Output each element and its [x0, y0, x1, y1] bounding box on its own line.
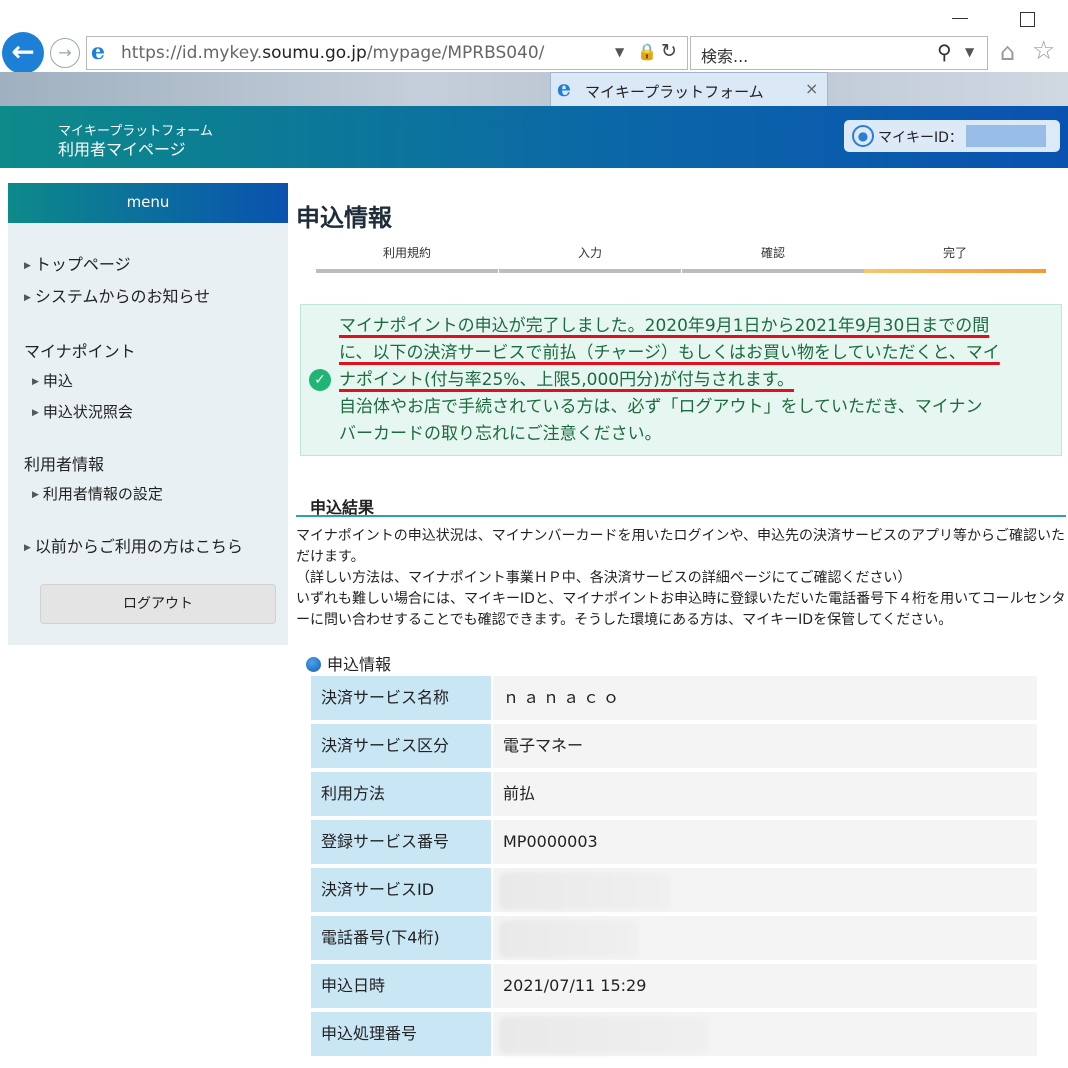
caret-right-icon: ▶ — [32, 490, 39, 500]
sidebar-item-user-settings[interactable]: ▶ 利用者情報の設定 — [32, 483, 163, 504]
table-row: 利用方法 前払 — [311, 772, 1037, 816]
caret-right-icon: ▶ — [32, 408, 39, 418]
window-titlebar — [0, 0, 1068, 36]
search-box[interactable]: 検索... ⚲ ▼ — [690, 36, 988, 70]
row-key: 申込日時 — [311, 964, 491, 1008]
star-icon[interactable]: ☆ — [1032, 36, 1055, 66]
logout-button[interactable]: ログアウト — [40, 584, 276, 624]
ie-logo-icon: e — [91, 39, 105, 65]
step-terms: 利用規約 — [382, 246, 431, 260]
row-key: 利用方法 — [311, 772, 491, 816]
row-value-redacted — [493, 916, 1037, 960]
step-bar-complete — [864, 269, 1046, 273]
brand-title[interactable]: 利用者マイページ — [58, 136, 186, 160]
redaction-blur — [499, 920, 639, 958]
address-dropdown-icon[interactable]: ▼ — [615, 45, 624, 59]
tab-title: マイキープラットフォーム — [585, 83, 764, 101]
row-value: 前払 — [493, 772, 1037, 816]
row-value: MP0000003 — [493, 820, 1037, 864]
redaction-blur — [499, 872, 671, 910]
user-icon: ● — [852, 125, 874, 147]
search-dropdown-icon[interactable]: ▼ — [965, 45, 974, 59]
caret-right-icon: ▶ — [32, 377, 39, 387]
mykey-id-value-redacted — [966, 125, 1046, 147]
result-description: マイナポイントの申込状況は、マイナンバーカードを用いたログインや、申込先の決済サ… — [296, 526, 1066, 631]
completion-notice: ✓ マイナポイントの申込が完了しました。2020年9月1日から2021年9月30… — [300, 304, 1062, 456]
sidebar-section-mynapoint: マイナポイント — [24, 342, 136, 361]
table-row: 決済サービスID — [311, 868, 1037, 912]
ie-logo-icon: e — [557, 76, 571, 102]
notice-text: マイナポイントの申込が完了しました。2020年9月1日から2021年9月30日ま… — [339, 313, 1029, 448]
row-key: 申込処理番号 — [311, 1012, 491, 1056]
table-row: 申込日時 2021/07/11 15:29 — [311, 964, 1037, 1008]
row-value: ｎａｎａｃｏ — [493, 676, 1037, 720]
row-value-redacted — [493, 1012, 1037, 1056]
sidebar-section-user-info: 利用者情報 — [24, 455, 105, 474]
result-divider — [296, 515, 1066, 517]
row-key: 電話番号(下4桁) — [311, 916, 491, 960]
sidebar-item-apply[interactable]: ▶ 申込 — [32, 370, 73, 391]
sidebar: menu ▶ トップページ ▶ システムからのお知らせ マイナポイント ▶ 申込 ▶ 申… — [8, 183, 288, 645]
lock-icon[interactable]: 🔒 — [637, 42, 657, 61]
search-input[interactable]: 検索... — [701, 43, 748, 67]
menu-header: menu — [8, 183, 288, 223]
sidebar-item-top-page[interactable]: ▶ トップページ — [24, 251, 131, 275]
result-paragraph-3: いずれも難しい場合には、マイキーIDと、マイナポイントお申込時に登録いただいた電… — [296, 591, 1066, 628]
row-value: 電子マネー — [493, 724, 1037, 768]
home-icon[interactable]: ⌂ — [1000, 38, 1015, 66]
address-bar[interactable]: e https://id.mykey.soumu.go.jp/mypage/MP… — [86, 36, 688, 70]
refresh-icon[interactable]: ↻ — [661, 40, 677, 62]
notice-line-5: バーカードの取り忘れにご注意ください。 — [339, 424, 662, 444]
page-title: 申込情報 — [296, 204, 392, 232]
step-bar-confirm — [682, 269, 864, 273]
notice-line-4: 自治体やお店で手続されている方は、必ず「ログアウト」をしていただき、マイナン — [339, 397, 983, 417]
sidebar-item-previous-users[interactable]: ▶ 以前からご利用の方はこちら — [24, 533, 243, 557]
row-value: 2021/07/11 15:29 — [493, 964, 1037, 1008]
site-header: マイキープラットフォーム 利用者マイページ ● マイキーID： — [0, 106, 1068, 168]
mykey-id-box: ● マイキーID： — [844, 120, 1060, 152]
close-icon[interactable]: × — [805, 79, 818, 98]
caret-right-icon: ▶ — [24, 261, 31, 271]
table-row: 申込処理番号 — [311, 1012, 1037, 1056]
search-icon[interactable]: ⚲ — [937, 40, 952, 64]
mykey-id-label: マイキーID： — [878, 130, 963, 146]
progress-steps: 利用規約 入力 確認 完了 — [316, 244, 1046, 276]
caret-right-icon: ▶ — [24, 293, 31, 303]
table-row: 登録サービス番号 MP0000003 — [311, 820, 1037, 864]
step-input: 入力 — [577, 246, 602, 260]
info-section-title: 申込情報 — [306, 651, 391, 675]
row-key: 登録サービス番号 — [311, 820, 491, 864]
url-text: https://id.mykey.soumu.go.jp/mypage/MPRB… — [121, 43, 545, 63]
table-row: 決済サービス名称 ｎａｎａｃｏ — [311, 676, 1037, 720]
minimize-button[interactable] — [952, 18, 968, 19]
notice-line-1: マイナポイントの申込が完了しました。2020年9月1日から2021年9月30日ま… — [339, 316, 990, 336]
tab-mykey-platform[interactable]: e マイキープラットフォーム × — [550, 72, 828, 107]
sidebar-item-system-notice[interactable]: ▶ システムからのお知らせ — [24, 283, 210, 307]
row-key: 決済サービス名称 — [311, 676, 491, 720]
step-bar-input — [499, 269, 681, 273]
redaction-blur — [499, 1016, 709, 1054]
step-bar-terms — [316, 269, 498, 273]
notice-line-2: に、以下の決済サービスで前払（チャージ）もしくはお買い物をしていただくと、マイ — [339, 343, 1000, 363]
result-paragraph-2: （詳しい方法は、マイナポイント事業ＨＰ中、各決済サービスの詳細ページにてご確認く… — [296, 570, 912, 586]
check-icon: ✓ — [309, 369, 331, 391]
row-key: 決済サービスID — [311, 868, 491, 912]
bullet-dot-icon — [306, 657, 321, 672]
caret-right-icon: ▶ — [24, 543, 31, 553]
tab-bar — [0, 72, 1068, 106]
maximize-button[interactable] — [1020, 12, 1035, 27]
back-arrow-icon[interactable]: ← — [2, 32, 44, 74]
row-key: 決済サービス区分 — [311, 724, 491, 768]
table-row: 決済サービス区分 電子マネー — [311, 724, 1037, 768]
result-paragraph-1: マイナポイントの申込状況は、マイナンバーカードを用いたログインや、申込先の決済サ… — [296, 528, 1066, 565]
sidebar-item-apply-status[interactable]: ▶ 申込状況照会 — [32, 401, 133, 422]
notice-line-3: ナポイント(付与率25%、上限5,000円分)が付与されます。 — [339, 370, 795, 390]
row-value-redacted — [493, 868, 1037, 912]
table-row: 電話番号(下4桁) — [311, 916, 1037, 960]
step-complete: 完了 — [942, 246, 967, 260]
forward-arrow-icon[interactable]: → — [50, 38, 80, 68]
step-confirm: 確認 — [760, 246, 785, 260]
